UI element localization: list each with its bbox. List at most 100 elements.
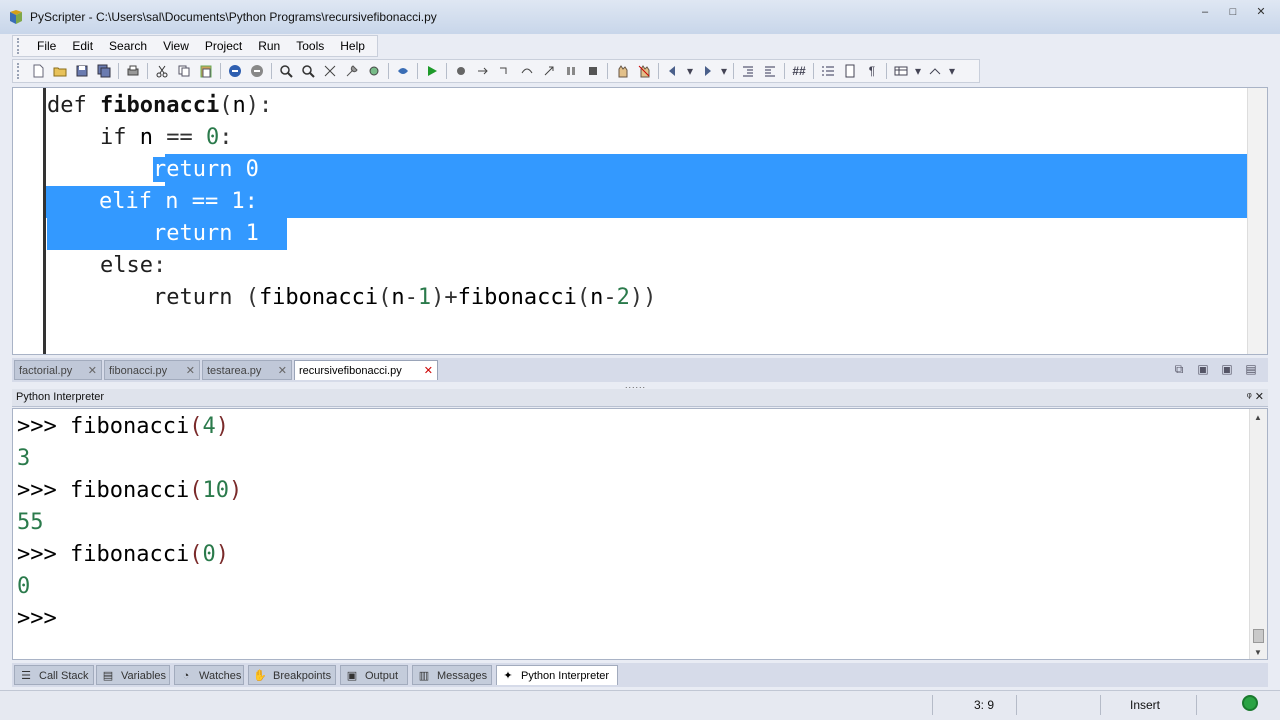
split-down-icon[interactable]: ▤ [1242,362,1260,378]
menu-file[interactable]: File [29,36,64,56]
tab-call-stack[interactable]: ☰ Call Stack [14,665,94,685]
tab-recursivefibonacci[interactable]: recursivefibonacci.py ✕ [294,360,438,380]
code-token: - [603,285,617,310]
back-icon[interactable] [662,61,684,81]
cut-icon[interactable] [151,61,173,81]
menu-project[interactable]: Project [197,36,250,56]
open-file-icon[interactable] [49,61,71,81]
settings-icon[interactable] [363,61,385,81]
copy-icon[interactable] [173,61,195,81]
status-divider [1196,695,1197,715]
run-icon[interactable] [421,61,443,81]
tools-icon[interactable] [341,61,363,81]
code-line[interactable]: return (fibonacci(n-1)+fibonacci(n-2)) [47,282,1267,314]
close-tab-icon[interactable]: ✕ [186,361,195,381]
comment-icon[interactable]: ## [788,61,810,81]
tab-label: Breakpoints [273,670,332,682]
step-into-icon[interactable] [494,61,516,81]
code-line[interactable]: elif n == 1: [46,186,1267,218]
python-shell-icon[interactable] [392,61,414,81]
code-line[interactable]: return 0 [47,154,1267,186]
split-left-icon[interactable]: ▣ [1194,362,1212,378]
tab-label: Messages [437,670,488,682]
tab-watches[interactable]: ◔ Watches [174,665,244,685]
save-all-icon[interactable] [93,61,115,81]
close-tab-icon[interactable]: ✕ [88,361,97,381]
toggle-breakpoint-icon[interactable] [611,61,633,81]
python-interpreter[interactable]: >>> fibonacci(4) 3 >>> fibonacci(10) 55 >>> … [12,408,1268,660]
code-token: 2 [616,285,630,310]
panel-pin-close-icon[interactable]: ᵠ ✕ [1247,390,1264,403]
step-out-icon[interactable] [538,61,560,81]
menu-edit[interactable]: Edit [64,36,101,56]
close-tab-icon[interactable]: ✕ [424,361,433,381]
messages-icon: ▥ [418,670,430,682]
tab-messages[interactable]: ▥ Messages [412,665,492,685]
forward-icon[interactable] [696,61,718,81]
page-icon[interactable] [839,61,861,81]
close-button[interactable]: ✕ [1248,4,1274,20]
back-dropdown-icon[interactable]: ▾ [684,61,696,81]
tab-variables[interactable]: ▤ Variables [96,665,170,685]
forward-dropdown-icon[interactable]: ▾ [718,61,730,81]
tab-output[interactable]: ▣ Output [340,665,408,685]
layout-dropdown-icon[interactable]: ▾ [912,61,924,81]
menu-run[interactable]: Run [250,36,288,56]
editor-scrollbar[interactable] [1247,88,1267,354]
scroll-down-icon[interactable]: ▼ [1254,648,1262,657]
tool-window-tabs: ☰ Call Stack ▤ Variables ◔ Watches ✋ Breakpoint… [12,663,1268,687]
stop-icon[interactable] [582,61,604,81]
pause-icon[interactable] [560,61,582,81]
layout-icon[interactable] [890,61,912,81]
new-file-icon[interactable] [27,61,49,81]
code-line[interactable]: if n == 0: [47,122,1267,154]
code-line[interactable]: return 1 [47,218,1267,250]
toolbar-grip[interactable] [17,63,21,79]
tab-fibonacci[interactable]: fibonacci.py ✕ [104,360,200,380]
close-tab-icon[interactable]: ✕ [278,361,287,381]
scroll-thumb[interactable] [1253,629,1264,643]
split-right-icon[interactable]: ▣ [1218,362,1236,378]
new-window-icon[interactable]: ⧉ [1170,362,1188,378]
code-token: 1 [417,285,432,310]
find-icon[interactable] [275,61,297,81]
replace-icon[interactable] [319,61,341,81]
menu-view[interactable]: View [155,36,197,56]
indent-icon[interactable] [737,61,759,81]
redo-icon[interactable] [246,61,268,81]
toolbar-separator [607,63,608,79]
more-tools-icon[interactable] [924,61,946,81]
more-tools-dropdown-icon[interactable]: ▾ [946,61,958,81]
dedent-icon[interactable] [759,61,781,81]
save-icon[interactable] [71,61,93,81]
paste-icon[interactable] [195,61,217,81]
minimize-button[interactable]: – [1192,4,1218,20]
edit-mode: Insert [1130,698,1161,712]
tab-breakpoints[interactable]: ✋ Breakpoints [248,665,336,685]
maximize-button[interactable]: □ [1220,4,1246,20]
debug-icon[interactable] [450,61,472,81]
tab-testarea[interactable]: testarea.py ✕ [202,360,292,380]
tab-label: fibonacci.py [109,365,168,377]
menu-search[interactable]: Search [101,36,155,56]
run-to-cursor-icon[interactable] [472,61,494,81]
scroll-up-icon[interactable]: ▲ [1254,413,1262,422]
clear-breakpoints-icon[interactable] [633,61,655,81]
interpreter-title: Python Interpreter [16,391,105,403]
pilcrow-icon[interactable]: ¶ [861,61,883,81]
code-line[interactable]: else: [47,250,1267,282]
undo-icon[interactable] [224,61,246,81]
find-next-icon[interactable] [297,61,319,81]
step-over-icon[interactable] [516,61,538,81]
menu-tools[interactable]: Tools [288,36,332,56]
toolbar-grip[interactable] [17,38,21,54]
tab-factorial[interactable]: factorial.py ✕ [14,360,102,380]
interpreter-scrollbar[interactable]: ▲ ▼ [1249,409,1267,659]
numbered-list-icon[interactable] [817,61,839,81]
code-token: )) [629,285,657,310]
menu-help[interactable]: Help [332,36,373,56]
print-icon[interactable] [122,61,144,81]
code-line[interactable]: def fibonacci(n): [47,90,1267,122]
code-editor[interactable]: def fibonacci(n): if n == 0: return 0 el… [12,87,1268,355]
tab-python-interpreter[interactable]: ✦ Python Interpreter [496,665,618,685]
